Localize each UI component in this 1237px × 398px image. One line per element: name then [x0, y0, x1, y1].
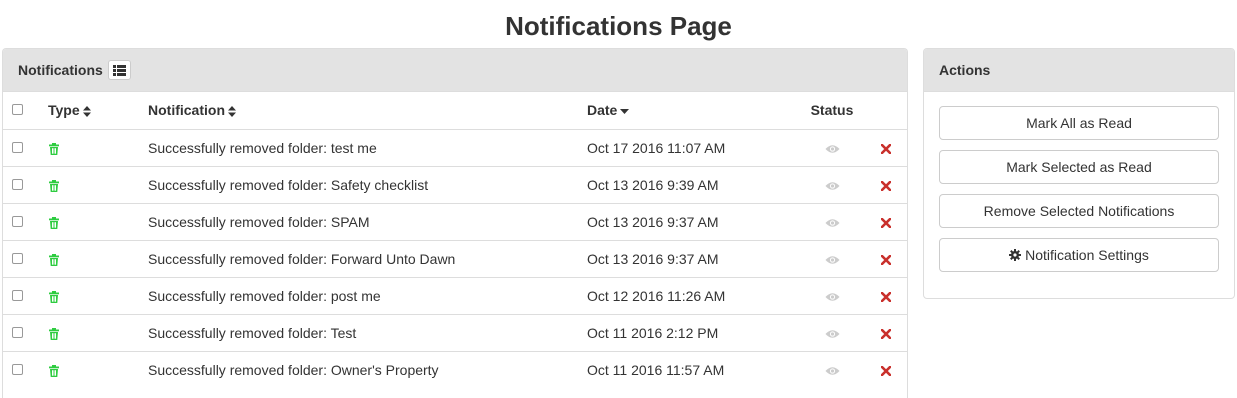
- eye-icon[interactable]: [825, 255, 840, 265]
- notification-date: Oct 13 2016 9:37 AM: [587, 213, 719, 230]
- delete-icon[interactable]: [881, 254, 891, 265]
- trash-icon: [49, 142, 59, 155]
- actions-panel: Actions Mark All as Read Mark Selected a…: [923, 48, 1235, 299]
- list-view-toggle-button[interactable]: [107, 60, 131, 80]
- notification-date: Oct 11 2016 11:57 AM: [587, 361, 725, 378]
- remove-selected-button[interactable]: Remove Selected Notifications: [939, 194, 1219, 228]
- notification-text: Successfully removed folder: Test: [148, 324, 357, 341]
- row-checkbox[interactable]: [12, 178, 23, 190]
- eye-icon[interactable]: [825, 218, 840, 228]
- notifications-panel-title: Notifications: [18, 62, 103, 78]
- gear-icon: [1009, 249, 1022, 261]
- notification-date: Oct 12 2016 11:26 AM: [587, 287, 726, 304]
- notification-text: Successfully removed folder: post me: [148, 287, 381, 304]
- status-column-header: Status: [810, 102, 854, 119]
- notification-column-header[interactable]: Notification: [148, 92, 587, 129]
- notification-date: Oct 13 2016 9:37 AM: [587, 250, 719, 267]
- row-checkbox[interactable]: [12, 215, 23, 227]
- table-row[interactable]: Successfully removed folder: Safety chec…: [3, 166, 907, 203]
- row-checkbox[interactable]: [12, 141, 23, 153]
- trash-icon: [49, 179, 59, 192]
- notifications-table: Type Notification Date Status Successful…: [3, 92, 907, 388]
- notification-text: Successfully removed folder: SPAM: [148, 213, 370, 230]
- delete-icon[interactable]: [881, 180, 891, 191]
- table-row[interactable]: Successfully removed folder: post me Oct …: [3, 277, 907, 314]
- notification-text: Successfully removed folder: Forward Unt…: [148, 250, 456, 267]
- sort-desc-icon: [620, 108, 630, 114]
- select-all-checkbox[interactable]: [12, 104, 23, 116]
- trash-icon: [49, 253, 59, 266]
- delete-icon[interactable]: [881, 217, 891, 228]
- eye-icon[interactable]: [825, 329, 840, 339]
- eye-icon[interactable]: [825, 181, 840, 191]
- actions-panel-heading: Actions: [924, 49, 1234, 92]
- trash-icon: [49, 327, 59, 340]
- table-row[interactable]: Successfully removed folder: SPAM Oct 13 …: [3, 203, 907, 240]
- row-checkbox[interactable]: [12, 326, 23, 338]
- table-row[interactable]: Successfully removed folder: test me Oct …: [3, 129, 907, 166]
- type-column-header[interactable]: Type: [48, 92, 148, 129]
- delete-icon[interactable]: [881, 143, 891, 154]
- table-header-row: Type Notification Date Status: [3, 92, 907, 129]
- notification-date: Oct 13 2016 9:39 AM: [587, 176, 719, 193]
- date-column-header[interactable]: Date: [587, 92, 799, 129]
- notification-text: Successfully removed folder: test me: [148, 139, 377, 156]
- notification-date: Oct 17 2016 11:07 AM: [587, 139, 726, 156]
- notifications-panel: Notifications Type Notification Date Sta…: [2, 48, 908, 398]
- eye-icon[interactable]: [825, 292, 840, 302]
- row-checkbox[interactable]: [12, 363, 23, 375]
- notifications-panel-heading: Notifications: [3, 49, 907, 92]
- sort-icon: [82, 106, 91, 118]
- trash-icon: [49, 216, 59, 229]
- notification-text: Successfully removed folder: Owner's Pro…: [148, 361, 439, 378]
- list-icon: [112, 64, 126, 76]
- actions-panel-title: Actions: [939, 62, 991, 78]
- notification-settings-label: Notification Settings: [1025, 247, 1149, 263]
- notification-settings-button[interactable]: Notification Settings: [939, 238, 1219, 272]
- page-title: Notifications Page: [505, 11, 732, 41]
- sort-icon: [228, 106, 236, 118]
- eye-icon[interactable]: [825, 366, 840, 376]
- table-row[interactable]: Successfully removed folder: Owner's Pro…: [3, 351, 907, 388]
- trash-icon: [49, 365, 59, 378]
- row-checkbox[interactable]: [12, 252, 23, 264]
- table-row[interactable]: Successfully removed folder: Forward Unt…: [3, 240, 907, 277]
- notification-text: Successfully removed folder: Safety chec…: [148, 176, 429, 193]
- eye-icon[interactable]: [825, 144, 840, 154]
- notification-date: Oct 11 2016 2:12 PM: [587, 324, 719, 341]
- mark-all-read-button[interactable]: Mark All as Read: [939, 106, 1219, 140]
- table-row[interactable]: Successfully removed folder: Test Oct 11 …: [3, 314, 907, 351]
- row-checkbox[interactable]: [12, 289, 23, 301]
- mark-selected-read-button[interactable]: Mark Selected as Read: [939, 150, 1219, 184]
- delete-icon[interactable]: [881, 366, 891, 377]
- delete-icon[interactable]: [881, 291, 891, 302]
- trash-icon: [49, 290, 59, 303]
- delete-icon[interactable]: [881, 328, 891, 339]
